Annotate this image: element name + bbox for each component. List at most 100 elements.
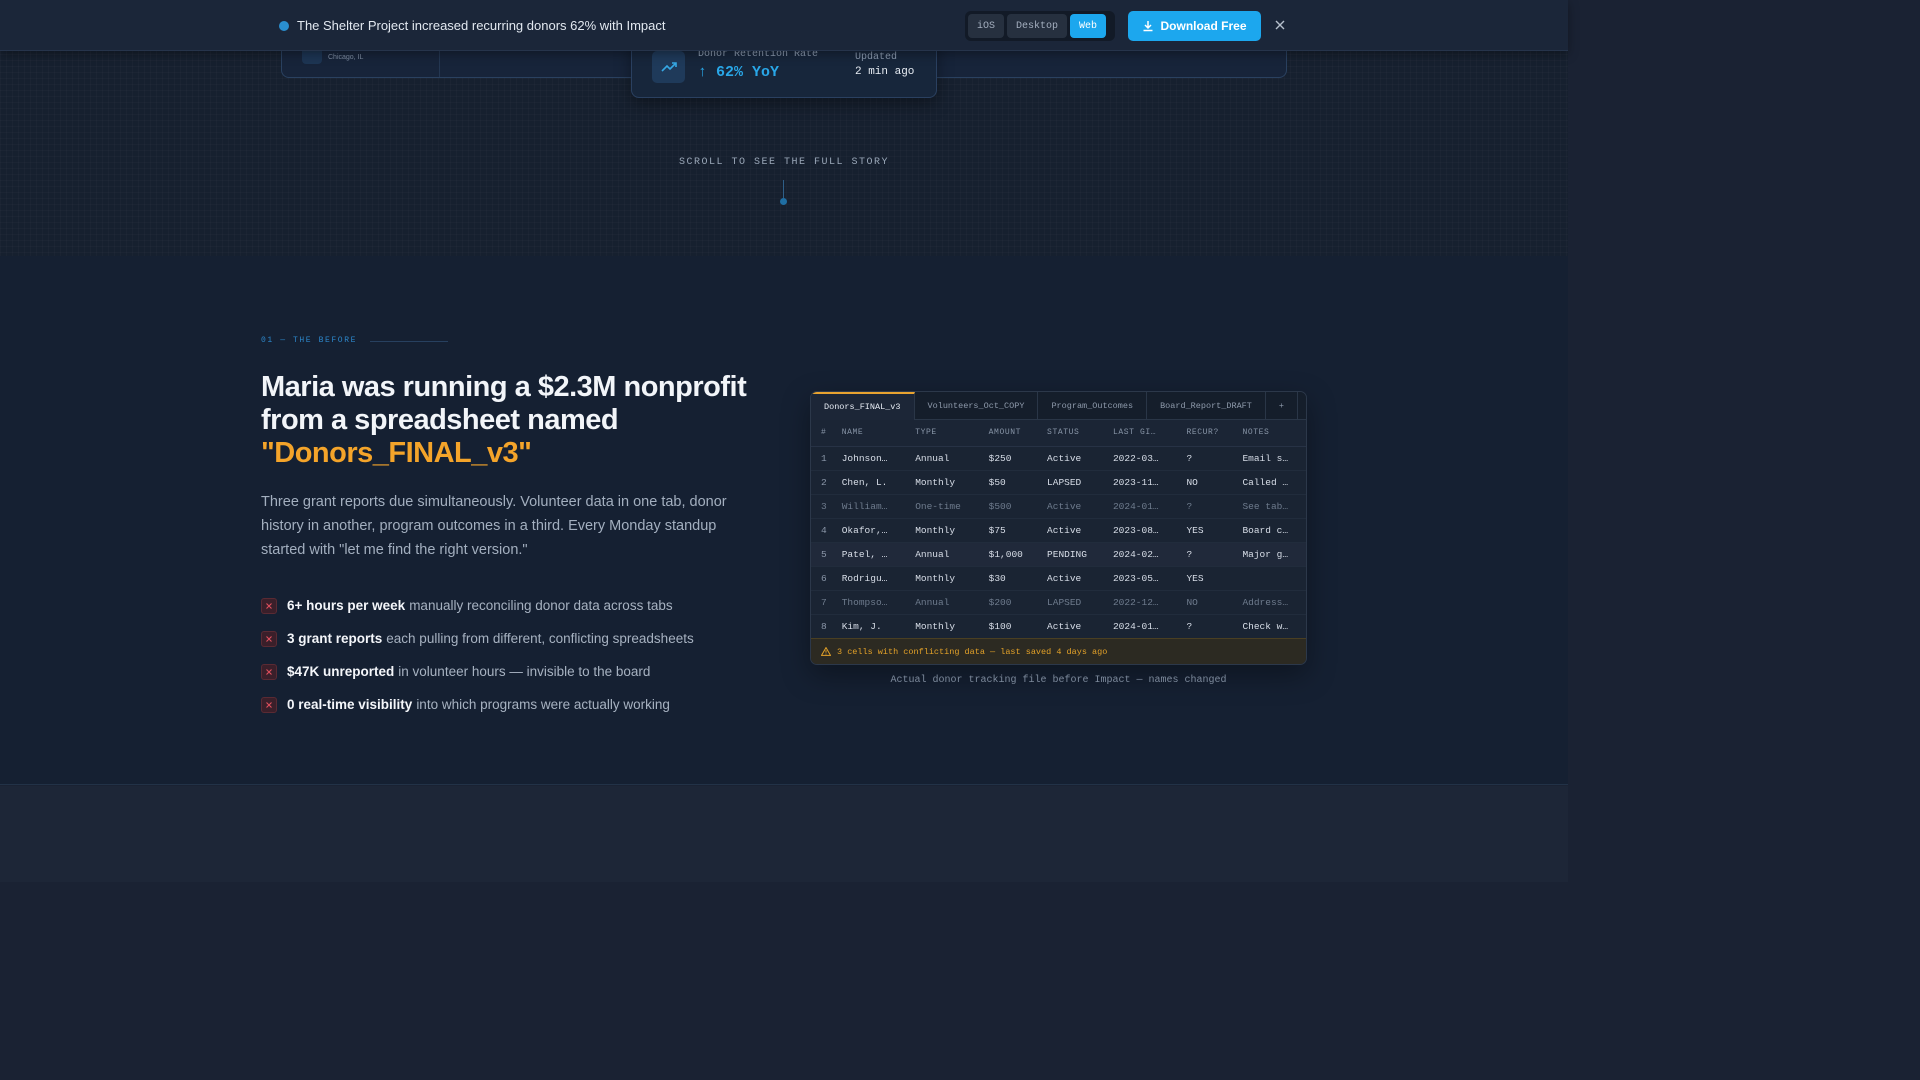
table-row[interactable]: 5 Patel, … Annual $1,000 PENDING 2024-02…? Maj…: [811, 542, 1306, 567]
table-cell: Email s…: [1232, 446, 1306, 471]
table-cell: Major g…: [1232, 542, 1306, 567]
pain-point-strong: 3 grant reports: [287, 631, 383, 646]
table-cell: YES: [1176, 566, 1233, 591]
table-cell: NO: [1176, 590, 1233, 615]
table-cell: 2024-01…: [1102, 614, 1177, 639]
table-cell: $75: [978, 518, 1038, 543]
stat-value: ↑ 62% YoY: [698, 64, 780, 81]
table-cell: LAPSED: [1037, 590, 1103, 615]
table-row[interactable]: 8 Kim, J. Monthly $100 Active 2024-01…? Check …: [811, 614, 1306, 639]
download-button[interactable]: Download Free: [1128, 11, 1261, 41]
table-cell: Okafor,…: [831, 518, 906, 543]
pain-point: 6+ hours per week manually reconciling d…: [261, 589, 694, 622]
table-cell: Kim, J.: [831, 614, 906, 639]
table-cell: 3: [811, 494, 832, 519]
eyebrow-divider: [370, 341, 448, 342]
table-cell: Address…: [1232, 590, 1306, 615]
pain-point-text: in volunteer hours — invisible to the bo…: [398, 664, 651, 679]
scroll-indicator-line: [783, 180, 784, 198]
table-cell: Thompso…: [831, 590, 906, 615]
table-row[interactable]: 7 Thompso… Annual $200 LAPSED 2022-12… NO Addre…: [811, 590, 1306, 615]
org-location: Chicago, IL: [328, 54, 364, 61]
table-cell: 2022-03…: [1102, 446, 1177, 471]
pain-point-strong: 6+ hours per week: [287, 598, 406, 613]
column-header: RECUR?: [1176, 420, 1233, 447]
table-cell: One-time: [905, 494, 979, 519]
table-cell: 1: [811, 446, 832, 471]
download-label: Download Free: [1160, 19, 1247, 33]
table-cell: Board c…: [1232, 518, 1306, 543]
warning-text: 3 cells with conflicting data — last sav…: [837, 646, 1108, 657]
platform-ios-button[interactable]: iOS: [968, 14, 1005, 38]
section-eyebrow: 01 — THE BEFORE: [261, 336, 358, 345]
table-cell: YES: [1176, 518, 1233, 543]
pain-point-text: each pulling from different, conflicting…: [386, 631, 694, 646]
table-cell: [1232, 566, 1306, 591]
table-cell: Annual: [905, 590, 979, 615]
table-cell: LAPSED: [1037, 470, 1103, 495]
pain-point: 0 real-time visibility into which progra…: [261, 688, 694, 721]
section-paragraph: Three grant reports due simultaneously. …: [261, 494, 727, 558]
table-cell: PENDING: [1037, 542, 1103, 567]
table-row[interactable]: 4 Okafor,… Monthly $75 Active 2023-08… YES Boar…: [811, 518, 1306, 543]
table-cell: Annual: [905, 446, 979, 471]
trending-up-icon: [652, 51, 685, 83]
dot-icon: [279, 21, 289, 31]
sheet-caption: Actual donor tracking file before Impact…: [890, 675, 1227, 686]
section-headline: Maria was running a $2.3M nonprofit from…: [261, 371, 771, 470]
table-cell: Rodrigu…: [831, 566, 906, 591]
table-cell: 7: [811, 590, 832, 615]
before-section: 01 — THE BEFORE Maria was running a $2.3…: [0, 256, 1568, 785]
table-row[interactable]: 1 Johnson… Annual $250 Active 2022-03…? Email …: [811, 446, 1306, 471]
pain-point-strong: 0 real-time visibility: [287, 697, 413, 712]
table-cell: William…: [831, 494, 906, 519]
table-row[interactable]: 2 Chen, L. Monthly $50 LAPSED 2023-11… NO Calle…: [811, 470, 1306, 495]
platform-desktop-button[interactable]: Desktop: [1007, 14, 1068, 38]
table-cell: 2023-05…: [1102, 566, 1177, 591]
x-icon: [261, 696, 277, 713]
sheet-tabs: Donors_FINAL_v3 Volunteers_Oct_COPY Prog…: [811, 392, 1306, 420]
spreadsheet-preview: Donors_FINAL_v3 Volunteers_Oct_COPY Prog…: [810, 391, 1307, 665]
table-cell: Active: [1037, 518, 1103, 543]
pain-point-strong: $47K unreported: [287, 664, 395, 679]
warning-icon: [821, 647, 831, 656]
table-cell: Johnson…: [831, 446, 906, 471]
table-cell: $250: [978, 446, 1038, 471]
close-icon[interactable]: [1271, 16, 1289, 34]
sheet-tab[interactable]: Volunteers_Oct_COPY: [915, 392, 1039, 420]
table-cell: Active: [1037, 494, 1103, 519]
sheet-tab[interactable]: Board_Report_DRAFT: [1147, 392, 1266, 420]
table-cell: 5: [811, 542, 832, 567]
table-cell: 2024-01…: [1102, 494, 1177, 519]
sheet-tab[interactable]: Program_Outcomes: [1038, 392, 1148, 420]
table-cell: $30: [978, 566, 1038, 591]
table-cell: $1,000: [978, 542, 1038, 567]
table-cell: 2023-11…: [1102, 470, 1177, 495]
sheet-tab[interactable]: Donors_FINAL_v3: [811, 392, 915, 420]
table-cell: ?: [1176, 542, 1233, 567]
table-header-row: # NAME TYPE AMOUNT STATUS LAST GI… RECUR? NOTES: [811, 420, 1306, 447]
table-cell: Active: [1037, 446, 1103, 471]
table-cell: $50: [978, 470, 1038, 495]
conflict-warning: 3 cells with conflicting data — last sav…: [811, 638, 1306, 664]
pain-point-text: manually reconciling donor data across t…: [409, 598, 673, 613]
table-cell: Monthly: [905, 518, 979, 543]
x-icon: [261, 630, 277, 647]
table-cell: Active: [1037, 566, 1103, 591]
table-row[interactable]: 3 William… One-time $500 Active 2024-01…? See …: [811, 494, 1306, 519]
platform-web-button[interactable]: Web: [1070, 14, 1107, 38]
table-cell: Monthly: [905, 470, 979, 495]
table-cell: Patel, …: [831, 542, 906, 567]
add-sheet-tab[interactable]: +: [1266, 392, 1298, 420]
table-cell: 6: [811, 566, 832, 591]
table-row[interactable]: 6 Rodrigu… Monthly $30 Active 2023-05… YES: [811, 566, 1306, 591]
table-cell: 2: [811, 470, 832, 495]
column-header: LAST GI…: [1102, 420, 1177, 447]
table-cell: ?: [1176, 614, 1233, 639]
pain-point-text: into which programs were actually workin…: [416, 697, 670, 712]
column-header: NAME: [831, 420, 906, 447]
table-cell: $100: [978, 614, 1038, 639]
table-cell: ?: [1176, 494, 1233, 519]
column-header: NOTES: [1232, 420, 1306, 447]
scroll-hint: SCROLL TO SEE THE FULL STORY: [678, 157, 890, 168]
